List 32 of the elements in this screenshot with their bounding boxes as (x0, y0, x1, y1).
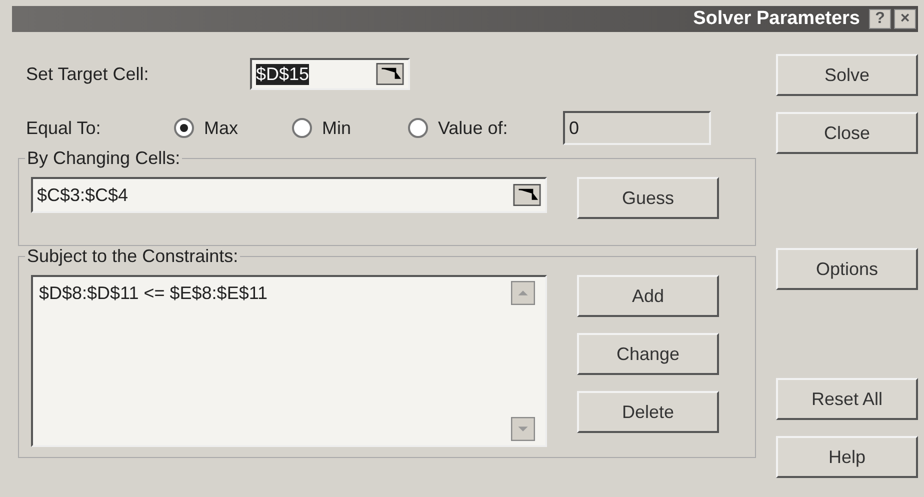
scroll-down-icon[interactable] (511, 417, 535, 441)
close-button[interactable]: × (894, 9, 916, 29)
constraint-item[interactable]: $D$8:$D$11 <= $E$8:$E$11 (39, 283, 505, 304)
dialog-button[interactable]: Close (776, 112, 918, 154)
guess-button[interactable]: Guess (577, 177, 719, 219)
radio-label: Value of: (438, 118, 508, 138)
value-field[interactable]: 0 (563, 111, 711, 145)
constraint-button[interactable]: Change (577, 333, 719, 375)
dialog-button[interactable]: Solve (776, 54, 918, 96)
constraint-button[interactable]: Add (577, 275, 719, 317)
constraint-button[interactable]: Delete (577, 391, 719, 433)
radio-button[interactable] (408, 118, 428, 138)
window-title: Solver Parameters (693, 8, 860, 30)
dialog-button[interactable]: Help (776, 436, 918, 478)
radio-button[interactable] (292, 118, 312, 138)
collapse-icon[interactable] (376, 63, 404, 85)
dialog-button[interactable]: Reset All (776, 378, 918, 420)
help-button[interactable]: ? (869, 9, 891, 29)
group-label: By Changing Cells: (26, 148, 182, 169)
constraints-list[interactable]: $D$8:$D$11 <= $E$8:$E$11 (31, 275, 547, 447)
dialog-button[interactable]: Options (776, 248, 918, 290)
radio-label: Max (204, 118, 238, 138)
field-label: Set Target Cell: (26, 64, 150, 84)
collapse-icon[interactable] (513, 184, 541, 206)
field-value: $D$15 (256, 64, 310, 84)
radio-label: Min (322, 118, 352, 138)
radio-button[interactable] (174, 118, 194, 138)
changing-cells-field[interactable]: $C$3:$C$4 (31, 177, 547, 213)
target-cell-field[interactable]: $D$15 (250, 58, 410, 90)
scroll-up-icon[interactable] (511, 281, 535, 305)
field-label: Equal To: (26, 118, 102, 138)
group-label: Subject to the Constraints: (26, 246, 240, 267)
